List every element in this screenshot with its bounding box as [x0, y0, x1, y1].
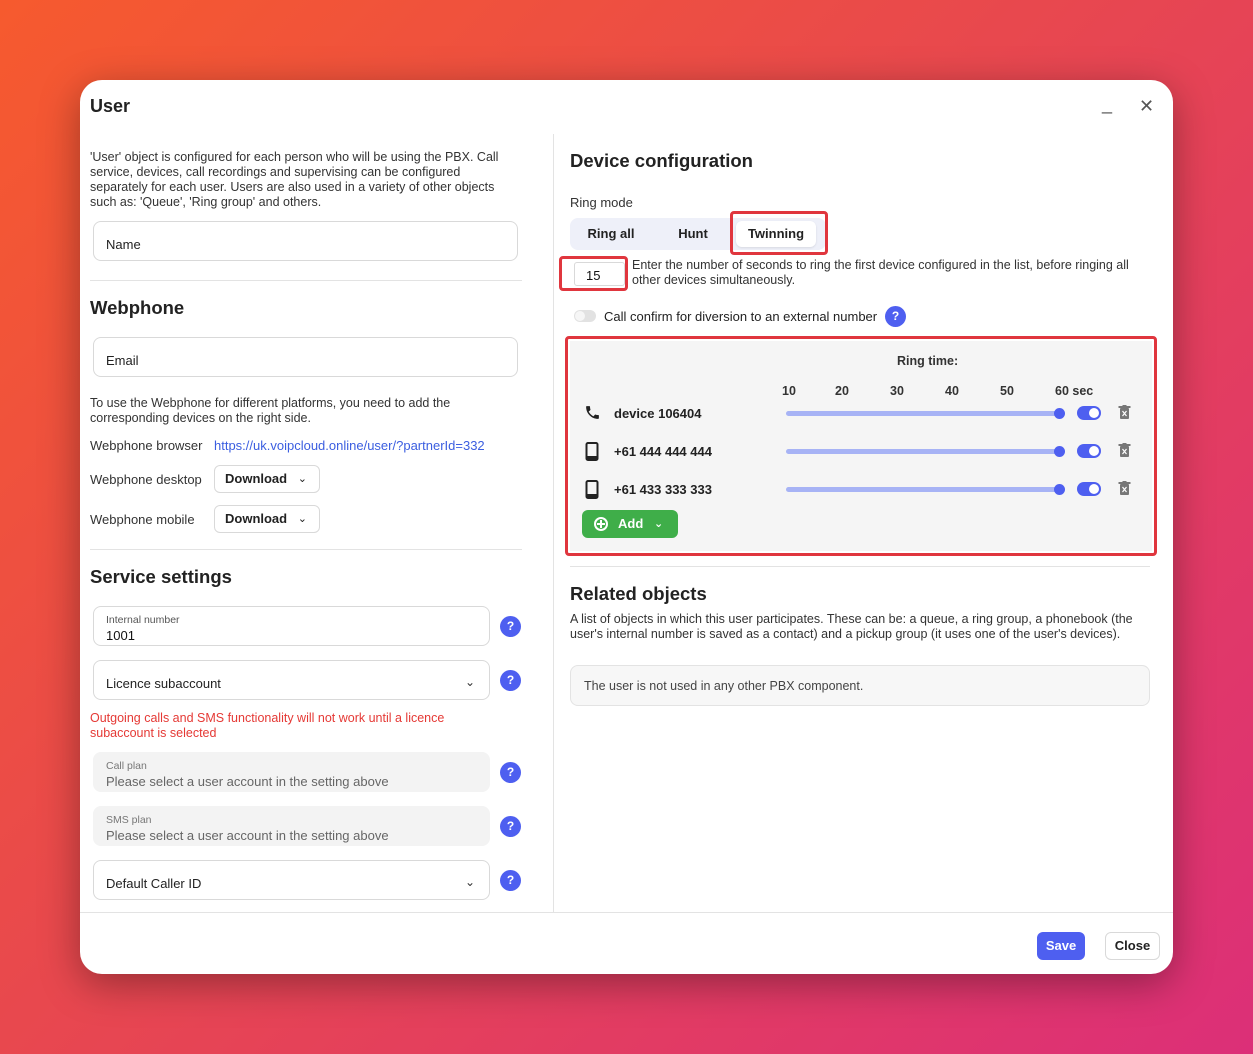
mobile-icon	[584, 442, 600, 464]
sms-plan-field: SMS plan Please select a user account in…	[93, 806, 490, 846]
help-icon[interactable]: ?	[500, 762, 521, 783]
ring-time-tick: 50	[1000, 384, 1014, 398]
licence-warning: Outgoing calls and SMS functionality wil…	[90, 711, 445, 740]
close-icon[interactable]: ✕	[1139, 96, 1154, 117]
dialog-title: User	[90, 96, 131, 116]
user-description: 'User' object is configured for each per…	[90, 150, 499, 209]
download-label: Download	[225, 471, 288, 486]
help-icon[interactable]: ?	[500, 670, 521, 691]
help-icon[interactable]: ?	[885, 306, 906, 327]
help-icon[interactable]: ?	[500, 870, 521, 891]
help-icon[interactable]: ?	[500, 816, 521, 837]
ring-time-label: Ring time:	[897, 354, 959, 368]
ring-mode-ring-all[interactable]: Ring all	[576, 218, 646, 250]
ring-time-slider[interactable]	[786, 449, 1060, 454]
trash-icon[interactable]	[1118, 481, 1131, 499]
webphone-mobile-label: Webphone mobile	[90, 512, 195, 527]
webphone-title: Webphone	[90, 297, 185, 318]
sms-plan-label: SMS plan	[106, 814, 152, 826]
ring-mode-hunt[interactable]: Hunt	[658, 218, 728, 250]
call-plan-label: Call plan	[106, 760, 147, 772]
webphone-description: To use the Webphone for different platfo…	[90, 396, 451, 425]
ring-time-slider[interactable]	[786, 411, 1060, 416]
related-objects-title: Related objects	[570, 583, 707, 604]
ring-mode-label: Ring mode	[570, 195, 633, 210]
trash-icon[interactable]	[1118, 443, 1131, 461]
webphone-browser-label: Webphone browser	[90, 438, 203, 453]
mobile-icon	[584, 480, 600, 502]
related-objects-description: A list of objects in which this user par…	[570, 612, 1133, 641]
save-button[interactable]: Save	[1037, 932, 1085, 960]
chevron-down-icon: ⌄	[464, 875, 475, 889]
licence-subaccount-select[interactable]: Licence subaccount ⌄	[93, 660, 490, 700]
call-confirm-label: Call confirm for diversion to an externa…	[604, 309, 878, 324]
webphone-browser-link[interactable]: https://uk.voipcloud.online/user/?partne…	[214, 438, 485, 453]
related-objects-info: The user is not used in any other PBX co…	[570, 665, 1150, 706]
webphone-desktop-download-button[interactable]: Download ⌄	[214, 465, 320, 493]
slider-handle[interactable]	[1054, 446, 1065, 457]
close-button[interactable]: Close	[1105, 932, 1160, 960]
ring-time-tick: 20	[835, 384, 849, 398]
divider	[90, 280, 522, 281]
slider-handle[interactable]	[1054, 484, 1065, 495]
divider	[570, 566, 1150, 567]
webphone-desktop-label: Webphone desktop	[90, 472, 202, 487]
highlight-box	[559, 256, 628, 291]
call-plan-field: Call plan Please select a user account i…	[93, 752, 490, 792]
call-confirm-toggle[interactable]	[574, 310, 596, 322]
ring-time-slider[interactable]	[786, 487, 1060, 492]
email-label: Email	[106, 353, 139, 368]
plus-circle-icon	[594, 517, 608, 531]
ring-time-tick: 10	[782, 384, 796, 398]
download-label: Download	[225, 511, 288, 526]
ring-time-tick: 40	[945, 384, 959, 398]
licence-subaccount-label: Licence subaccount	[106, 676, 221, 691]
default-caller-id-select[interactable]: Default Caller ID ⌄	[93, 860, 490, 900]
ring-time-tick: 60 sec	[1055, 384, 1094, 398]
call-plan-value: Please select a user account in the sett…	[106, 774, 389, 789]
internal-number-value: 1001	[106, 628, 135, 643]
chevron-down-icon: ⌄	[654, 518, 664, 530]
ring-time-tick: 30	[890, 384, 904, 398]
chevron-down-icon: ⌄	[297, 473, 307, 485]
chevron-down-icon: ⌄	[464, 675, 475, 689]
related-objects-info-text: The user is not used in any other PBX co…	[584, 679, 864, 693]
internal-number-label: Internal number	[106, 614, 180, 626]
device-enabled-toggle[interactable]	[1077, 406, 1101, 420]
default-caller-id-label: Default Caller ID	[106, 876, 202, 891]
webphone-mobile-download-button[interactable]: Download ⌄	[214, 505, 320, 533]
device-label: device 106404	[614, 406, 702, 421]
service-settings-title: Service settings	[90, 566, 232, 587]
twinning-seconds-description: Enter the number of seconds to ring the …	[632, 258, 1129, 287]
device-configuration-title: Device configuration	[570, 150, 753, 171]
column-divider	[553, 134, 554, 912]
add-device-button[interactable]: Add ⌄	[582, 510, 678, 538]
name-field[interactable]: Name	[93, 221, 518, 261]
internal-number-field[interactable]: Internal number 1001	[93, 606, 490, 646]
slider-handle[interactable]	[1054, 408, 1065, 419]
phone-icon	[584, 404, 601, 424]
device-label: +61 433 333 333	[614, 482, 712, 497]
sms-plan-value: Please select a user account in the sett…	[106, 828, 389, 843]
add-label: Add	[618, 516, 644, 531]
minimize-icon[interactable]: _	[1102, 94, 1112, 115]
device-enabled-toggle[interactable]	[1077, 482, 1101, 496]
help-icon[interactable]: ?	[500, 616, 521, 637]
user-dialog: User _ ✕ 'User' object is configured for…	[80, 80, 1173, 974]
email-field[interactable]: Email	[93, 337, 518, 377]
chevron-down-icon: ⌄	[297, 513, 307, 525]
device-enabled-toggle[interactable]	[1077, 444, 1101, 458]
device-label: +61 444 444 444	[614, 444, 712, 459]
highlight-box	[730, 211, 828, 255]
divider	[90, 549, 522, 550]
trash-icon[interactable]	[1118, 405, 1131, 423]
footer-divider	[80, 912, 1173, 913]
name-label: Name	[106, 237, 141, 252]
